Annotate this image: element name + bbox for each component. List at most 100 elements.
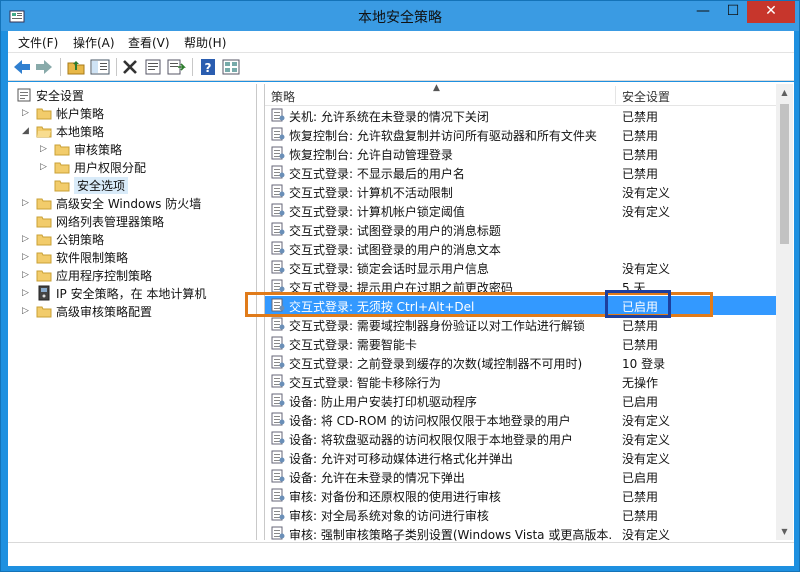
list-row[interactable]: 设备: 防止用户安装打印机驱动程序 已启用	[265, 391, 776, 410]
security-setting-value: 没有定义	[622, 452, 671, 466]
security-setting-value: 没有定义	[622, 433, 671, 447]
folder-icon	[54, 144, 70, 156]
policy-name: 审核: 强制审核策略子类别设置(Windows Vista 或更高版本...	[289, 528, 613, 542]
menu-file[interactable]: 文件(F)	[18, 34, 58, 51]
column-header-security-setting[interactable]: 安全设置	[622, 88, 670, 105]
list-row[interactable]: 交互式登录: 计算机不活动限制 没有定义	[265, 182, 776, 201]
expand-arrow-icon[interactable]: ▷	[22, 304, 32, 318]
policy-name: 交互式登录: 锁定会话时显示用户信息	[289, 262, 489, 276]
folder-icon	[54, 180, 70, 192]
menu-help[interactable]: 帮助(H)	[184, 34, 226, 51]
menu-action[interactable]: 操作(A)	[73, 34, 115, 51]
expand-arrow-icon[interactable]: ▷	[22, 250, 32, 264]
column-separator[interactable]	[615, 86, 616, 104]
policy-name: 设备: 将 CD-ROM 的访问权限仅限于本地登录的用户	[289, 414, 571, 428]
properties-icon[interactable]	[143, 58, 163, 76]
tree-label: 本地策略	[56, 125, 105, 139]
expand-arrow-icon[interactable]: ▷	[22, 196, 32, 210]
policy-icon	[271, 317, 285, 331]
expand-arrow-icon[interactable]: ▷	[22, 106, 32, 120]
list-row[interactable]: 设备: 将 CD-ROM 的访问权限仅限于本地登录的用户 没有定义	[265, 410, 776, 429]
highlight-box-setting	[605, 290, 671, 318]
column-header-policy[interactable]: 策略	[271, 88, 295, 105]
delete-icon[interactable]	[120, 58, 140, 76]
policy-name: 交互式登录: 需要智能卡	[289, 338, 417, 352]
up-folder-icon[interactable]	[66, 58, 86, 76]
list-row[interactable]: 审核: 对全局系统对象的访问进行审核 已禁用	[265, 505, 776, 524]
folder-icon	[36, 108, 52, 120]
tree-label: 网络列表管理器策略	[56, 215, 165, 229]
folder-icon	[36, 252, 52, 264]
expand-arrow-icon[interactable]: ▷	[22, 268, 32, 282]
security-setting-value: 没有定义	[622, 414, 671, 428]
policy-icon	[271, 165, 285, 179]
list-row[interactable]: 设备: 允许对可移动媒体进行格式化并弹出 没有定义	[265, 448, 776, 467]
list-row[interactable]: 交互式登录: 需要域控制器身份验证以对工作站进行解锁 已禁用	[265, 315, 776, 334]
folder-icon	[36, 198, 52, 210]
security-setting-value: 没有定义	[622, 262, 671, 276]
list-row[interactable]: 恢复控制台: 允许软盘复制并访问所有驱动器和所有文件夹 已禁用	[265, 125, 776, 144]
expand-arrow-icon[interactable]: ▷	[22, 286, 32, 300]
expand-arrow-icon[interactable]: ▷	[40, 160, 50, 174]
policy-icon	[271, 374, 285, 388]
show-hide-tree-icon[interactable]	[90, 58, 110, 76]
list-row[interactable]: 交互式登录: 智能卡移除行为 无操作	[265, 372, 776, 391]
list-row[interactable]: 交互式登录: 不显示最后的用户名 已禁用	[265, 163, 776, 182]
security-setting-value: 没有定义	[622, 186, 671, 200]
scroll-up-icon[interactable]: ▲	[776, 84, 793, 101]
view-icon[interactable]	[221, 58, 241, 76]
policy-icon	[271, 279, 285, 293]
list-row[interactable]: 恢复控制台: 允许自动管理登录 已禁用	[265, 144, 776, 163]
list-row[interactable]: 交互式登录: 试图登录的用户的消息文本	[265, 239, 776, 258]
policy-icon	[271, 431, 285, 445]
help-icon[interactable]: ?	[198, 58, 218, 76]
list-header: ▲ 策略 安全设置	[265, 83, 776, 106]
list-row[interactable]: 设备: 将软盘驱动器的访问权限仅限于本地登录的用户 没有定义	[265, 429, 776, 448]
list-row[interactable]: 审核: 强制审核策略子类别设置(Windows Vista 或更高版本... 没有…	[265, 524, 776, 543]
tree-label: 安全设置	[36, 89, 85, 103]
list-row[interactable]: 交互式登录: 锁定会话时显示用户信息 没有定义	[265, 258, 776, 277]
forward-arrow-icon[interactable]	[34, 58, 54, 76]
policy-icon	[271, 203, 285, 217]
list-row[interactable]: 交互式登录: 之前登录到缓存的次数(域控制器不可用时) 10 登录	[265, 353, 776, 372]
list-row[interactable]: 交互式登录: 试图登录的用户的消息标题	[265, 220, 776, 239]
security-setting-value: 已禁用	[622, 110, 659, 124]
tree-label: 帐户策略	[56, 107, 105, 121]
security-setting-value: 已启用	[622, 395, 659, 409]
title-bar[interactable]: 本地安全策略 — ☐ ✕	[1, 1, 799, 31]
window-title: 本地安全策略	[358, 10, 442, 26]
policy-name: 恢复控制台: 允许软盘复制并访问所有驱动器和所有文件夹	[289, 129, 597, 143]
expand-arrow-icon[interactable]: ▷	[22, 232, 32, 246]
scroll-down-icon[interactable]: ▼	[776, 523, 793, 540]
policy-icon	[271, 488, 285, 502]
folder-icon	[54, 162, 70, 174]
policy-name: 设备: 允许在未登录的情况下弹出	[289, 471, 465, 485]
menu-view[interactable]: 查看(V)	[128, 34, 170, 51]
export-list-icon[interactable]	[166, 58, 186, 76]
list-row[interactable]: 关机: 允许系统在未登录的情况下关闭 已禁用	[265, 106, 776, 125]
tree-label: 公钥策略	[56, 233, 105, 247]
policy-icon	[271, 469, 285, 483]
collapse-arrow-icon[interactable]: ◢	[22, 124, 32, 138]
maximize-button[interactable]: ☐	[719, 1, 747, 23]
list-row[interactable]: 交互式登录: 计算机帐户锁定阈值 没有定义	[265, 201, 776, 220]
policy-icon	[271, 241, 285, 255]
security-setting-value: 无操作	[622, 376, 659, 390]
policy-icon	[271, 355, 285, 369]
list-row[interactable]: 交互式登录: 需要智能卡 已禁用	[265, 334, 776, 353]
policy-icon	[271, 146, 285, 160]
back-arrow-icon[interactable]	[12, 58, 32, 76]
minimize-button[interactable]: —	[689, 1, 717, 23]
policy-name: 设备: 允许对可移动媒体进行格式化并弹出	[289, 452, 513, 466]
policy-name: 恢复控制台: 允许自动管理登录	[289, 148, 453, 162]
status-bar	[8, 542, 794, 566]
vertical-scrollbar[interactable]: ▲ ▼	[776, 84, 793, 540]
list-row[interactable]: 设备: 允许在未登录的情况下弹出 已启用	[265, 467, 776, 486]
tree-label: 软件限制策略	[56, 251, 129, 265]
expand-arrow-icon[interactable]: ▷	[40, 142, 50, 156]
tree-label: IP 安全策略，在 本地计算机	[56, 287, 207, 301]
list-row[interactable]: 审核: 对备份和还原权限的使用进行审核 已禁用	[265, 486, 776, 505]
close-button[interactable]: ✕	[747, 1, 795, 23]
sort-ascending-icon: ▲	[433, 83, 440, 93]
scrollbar-thumb[interactable]	[780, 104, 789, 244]
